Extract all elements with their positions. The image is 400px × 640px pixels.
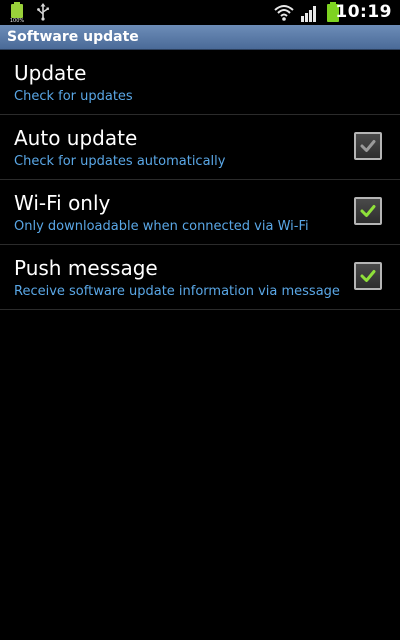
- setting-auto-update[interactable]: Auto update Check for updates automatica…: [0, 115, 400, 180]
- battery-full-notification-icon: 100%: [10, 2, 24, 27]
- title-bar: Software update: [0, 25, 400, 50]
- settings-list: Update Check for updates Auto update Che…: [0, 50, 400, 310]
- setting-title: Push message: [14, 256, 158, 280]
- page-title: Software update: [7, 29, 139, 45]
- wifi-only-checkbox[interactable]: [354, 197, 382, 225]
- signal-icon: [300, 4, 318, 26]
- auto-update-checkbox[interactable]: [354, 132, 382, 160]
- setting-subtitle: Only downloadable when connected via Wi-…: [14, 219, 309, 234]
- setting-title: Auto update: [14, 126, 138, 150]
- clock: 10:19: [335, 2, 392, 22]
- check-icon: [360, 270, 376, 282]
- setting-subtitle: Check for updates: [14, 89, 133, 104]
- setting-title: Update: [14, 61, 87, 85]
- screen: 100% 10:19 Software update Update Check …: [0, 0, 400, 640]
- setting-push-message[interactable]: Push message Receive software update inf…: [0, 245, 400, 310]
- setting-subtitle: Receive software update information via …: [14, 284, 340, 299]
- check-icon: [360, 140, 376, 152]
- push-message-checkbox[interactable]: [354, 262, 382, 290]
- check-icon: [360, 205, 376, 217]
- svg-text:100%: 100%: [10, 18, 24, 23]
- setting-subtitle: Check for updates automatically: [14, 154, 226, 169]
- wifi-icon: [274, 4, 294, 25]
- setting-title: Wi-Fi only: [14, 191, 111, 215]
- setting-update[interactable]: Update Check for updates: [0, 50, 400, 115]
- setting-wifi-only[interactable]: Wi-Fi only Only downloadable when connec…: [0, 180, 400, 245]
- status-bar: 100% 10:19: [0, 0, 400, 25]
- usb-icon: [36, 3, 50, 25]
